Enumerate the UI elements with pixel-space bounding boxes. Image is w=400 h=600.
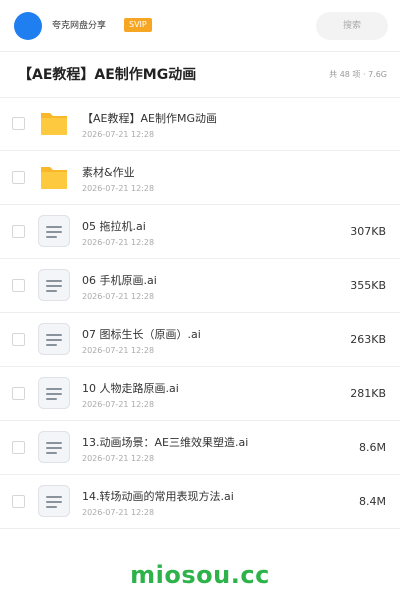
file-row[interactable]: 07 图标生长（原画）.ai 2026-07-21 12:28 263KB xyxy=(0,313,400,367)
row-checkbox[interactable] xyxy=(12,441,25,454)
file-date: 2026-07-21 12:28 xyxy=(82,508,155,517)
file-size: 281KB xyxy=(350,387,386,400)
file-row[interactable]: 05 拖拉机.ai 2026-07-21 12:28 307KB xyxy=(0,205,400,259)
file-name: 14.转场动画的常用表现方法.ai xyxy=(82,490,234,503)
file-name: 13.动画场景：AE三维效果塑造.ai xyxy=(82,436,249,449)
search-button[interactable]: 搜索 xyxy=(316,12,388,40)
row-checkbox[interactable] xyxy=(12,495,25,508)
header: 夸克网盘分享 SVIP 搜索 xyxy=(0,0,400,52)
row-checkbox[interactable] xyxy=(12,279,25,292)
file-date: 2026-07-21 12:28 xyxy=(82,400,155,409)
file-name: 06 手机原画.ai xyxy=(82,274,157,287)
document-icon xyxy=(38,323,70,355)
file-size: 307KB xyxy=(350,225,386,238)
file-row[interactable]: 13.动画场景：AE三维效果塑造.ai 2026-07-21 12:28 8.6M xyxy=(0,421,400,475)
file-size: 263KB xyxy=(350,333,386,346)
row-checkbox[interactable] xyxy=(12,171,25,184)
file-date: 2026-07-21 12:28 xyxy=(82,184,155,193)
folder-row[interactable]: 素材&作业 2026-07-21 12:28 xyxy=(0,151,400,205)
file-date: 2026-07-21 12:28 xyxy=(82,292,155,301)
folder-row[interactable]: 【AE教程】AE制作MG动画 2026-07-21 12:28 xyxy=(0,97,400,151)
row-checkbox[interactable] xyxy=(12,117,25,130)
file-row[interactable]: 10 人物走路原画.ai 2026-07-21 12:28 281KB xyxy=(0,367,400,421)
file-name: 素材&作业 xyxy=(82,166,135,179)
folder-icon xyxy=(38,161,70,193)
page-title: 【AE教程】AE制作MG动画 xyxy=(18,67,197,83)
document-icon xyxy=(38,269,70,301)
avatar[interactable] xyxy=(14,12,42,40)
document-icon xyxy=(38,215,70,247)
row-checkbox[interactable] xyxy=(12,333,25,346)
file-size: 8.6M xyxy=(359,441,386,454)
file-date: 2026-07-21 12:28 xyxy=(82,346,155,355)
file-name: 05 拖拉机.ai xyxy=(82,220,146,233)
document-icon xyxy=(38,377,70,409)
file-row[interactable]: 06 手机原画.ai 2026-07-21 12:28 355KB xyxy=(0,259,400,313)
file-row[interactable]: 14.转场动画的常用表现方法.ai 2026-07-21 12:28 8.4M xyxy=(0,475,400,529)
row-checkbox[interactable] xyxy=(12,387,25,400)
file-size: 8.4M xyxy=(359,495,386,508)
file-name: 07 图标生长（原画）.ai xyxy=(82,328,201,341)
file-date: 2026-07-21 12:28 xyxy=(82,454,155,463)
folder-icon xyxy=(38,107,70,139)
file-date: 2026-07-21 12:28 xyxy=(82,238,155,247)
file-size: 355KB xyxy=(350,279,386,292)
document-icon xyxy=(38,431,70,463)
title-bar: 【AE教程】AE制作MG动画 共 48 项 · 7.6G xyxy=(0,52,400,98)
document-icon xyxy=(38,485,70,517)
file-list: 【AE教程】AE制作MG动画 2026-07-21 12:28 素材&作业 2026-… xyxy=(0,97,400,529)
item-count: 共 48 项 · 7.6G xyxy=(329,70,387,79)
svip-badge: SVIP xyxy=(124,18,152,32)
file-name: 【AE教程】AE制作MG动画 xyxy=(82,112,217,125)
row-checkbox[interactable] xyxy=(12,225,25,238)
file-name: 10 人物走路原画.ai xyxy=(82,382,179,395)
file-date: 2026-07-21 12:28 xyxy=(82,130,155,139)
watermark: miosou.cc xyxy=(130,561,270,589)
username: 夸克网盘分享 xyxy=(52,21,107,31)
